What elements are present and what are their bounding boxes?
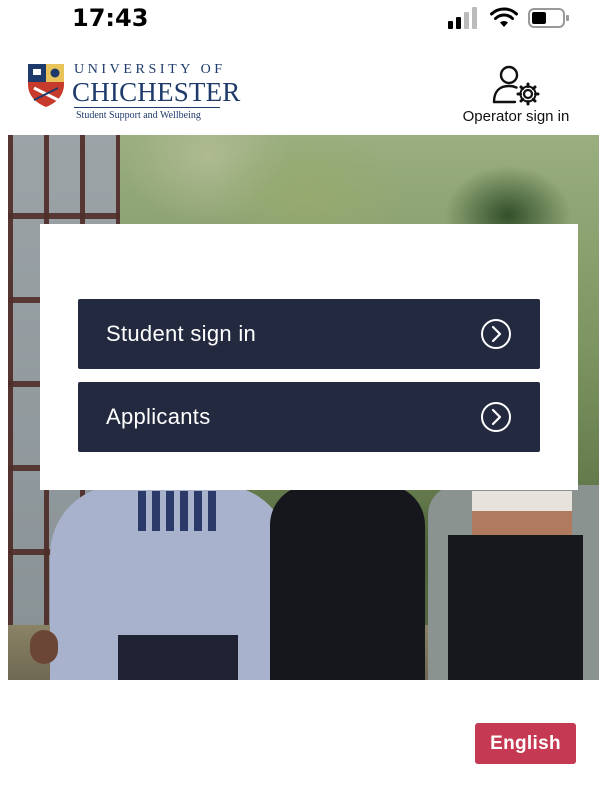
language-button[interactable]: English [475, 723, 576, 764]
operator-sign-in-button[interactable]: Operator sign in [446, 60, 586, 126]
logo-line-sub: Student Support and Wellbeing [76, 110, 201, 121]
hero-person-middle [270, 485, 425, 680]
applicants-button[interactable]: Applicants [78, 382, 540, 452]
hero-hand [30, 630, 58, 664]
logo-line-main: CHICHESTER [72, 77, 241, 107]
status-time: 17:43 [72, 4, 149, 32]
page: 17:43 UNIVERSITY OF CHICHESTER Student S… [0, 0, 599, 788]
hero-person-left-legs [118, 635, 238, 680]
logo-line-top: UNIVERSITY OF [74, 62, 226, 77]
status-icons [448, 7, 570, 29]
university-logo[interactable]: UNIVERSITY OF CHICHESTER Student Support… [26, 60, 240, 124]
operator-sign-in-label: Operator sign in [462, 108, 570, 125]
logo-divider [74, 107, 220, 108]
sign-in-card: Student sign in Applicants [40, 224, 578, 490]
chevron-right-circle-icon [481, 402, 511, 432]
status-bar: 17:43 [0, 0, 599, 40]
chevron-right-circle-icon [481, 319, 511, 349]
battery-icon [528, 8, 569, 28]
cellular-signal-icon [448, 7, 477, 29]
language-label: English [490, 733, 561, 754]
hero-person-right-legs [448, 535, 583, 680]
header: UNIVERSITY OF CHICHESTER Student Support… [0, 56, 599, 128]
applicants-label: Applicants [106, 404, 211, 429]
user-gear-icon [492, 65, 540, 106]
wifi-icon [490, 7, 518, 27]
student-sign-in-label: Student sign in [106, 321, 257, 346]
crest-icon [28, 64, 64, 107]
student-sign-in-button[interactable]: Student sign in [78, 299, 540, 369]
